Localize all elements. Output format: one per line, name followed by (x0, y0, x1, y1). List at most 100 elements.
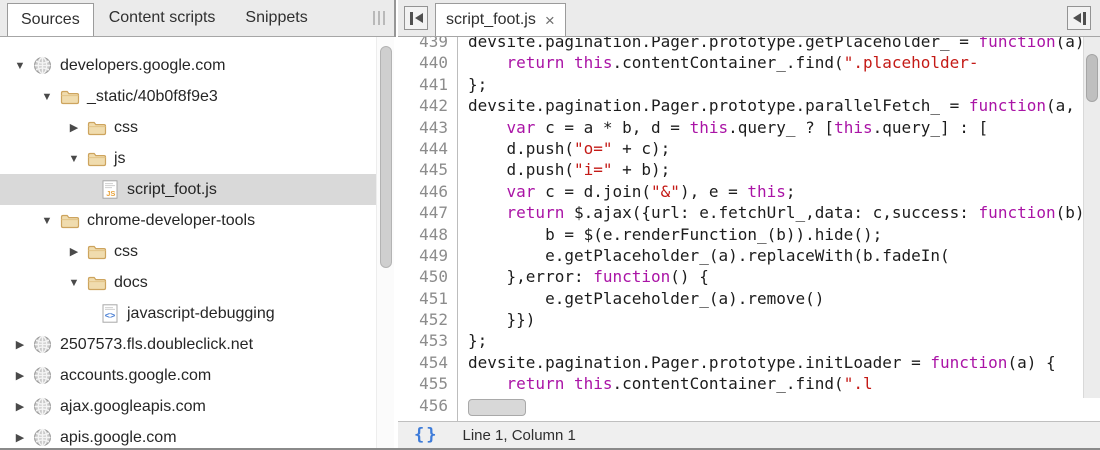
code-line-448: b = $(e.renderFunction_(b)).hide(); (468, 224, 1100, 245)
tree-item-label: ajax.googleapis.com (60, 398, 206, 416)
tree-item-label: javascript-debugging (127, 305, 275, 323)
code-line-440: return this.contentContainer_.find(".pla… (468, 52, 1100, 73)
line-numbers: 4394404414424434444454464474484494504514… (398, 37, 448, 416)
svg-text:JS: JS (106, 189, 115, 198)
tree-item-label: css (114, 243, 138, 261)
tree-item-2507573-fls-doubleclick-net[interactable]: ▶2507573.fls.doubleclick.net (0, 329, 378, 360)
line-number[interactable]: 443 (398, 117, 448, 138)
tree-item-javascript-debugging[interactable]: <> javascript-debugging (0, 298, 378, 329)
line-number[interactable]: 450 (398, 266, 448, 287)
editor-panel: script_foot.js × 43944044144244344444544… (398, 0, 1100, 448)
domain-icon (32, 335, 53, 355)
folder-icon (60, 89, 80, 105)
svg-text:<>: <> (104, 311, 115, 321)
line-number[interactable]: 444 (398, 138, 448, 159)
pretty-print-icon[interactable]: {} (414, 425, 438, 445)
line-number[interactable]: 445 (398, 159, 448, 180)
folder-icon (87, 120, 107, 136)
folder-icon (59, 211, 80, 231)
triangle-expanded-icon[interactable]: ▼ (62, 153, 86, 165)
tree-item-label: js (114, 150, 126, 168)
line-number[interactable]: 446 (398, 181, 448, 202)
file-tree: ▼developers.google.com▼_static/40b0f8f9e… (0, 37, 396, 448)
tree-item-accounts-google-com[interactable]: ▶accounts.google.com (0, 360, 378, 391)
folder-icon (60, 213, 80, 229)
line-number[interactable]: 440 (398, 52, 448, 73)
line-number[interactable]: 454 (398, 352, 448, 373)
tab-snippets-label: Snippets (245, 9, 307, 27)
line-number[interactable]: 449 (398, 245, 448, 266)
triangle-expanded-icon[interactable]: ▼ (8, 60, 32, 72)
line-number[interactable]: 451 (398, 288, 448, 309)
tree-item-css[interactable]: ▶ css (0, 112, 378, 143)
tree-item-script-foot-js[interactable]: JSscript_foot.js (0, 174, 378, 205)
line-number[interactable]: 452 (398, 309, 448, 330)
tree-item-label: css (114, 119, 138, 137)
code-line-445: d.push("i=" + b); (468, 159, 1100, 180)
triangle-collapsed-icon[interactable]: ▶ (8, 431, 32, 444)
folder-icon (86, 273, 107, 293)
tree-scrollbar[interactable] (376, 37, 394, 448)
tree-item-developers-google-com[interactable]: ▼developers.google.com (0, 50, 378, 81)
html-file-icon: <> (102, 304, 118, 323)
triangle-collapsed-icon[interactable]: ▶ (8, 369, 32, 382)
hide-navigator-button[interactable] (404, 6, 428, 30)
folder-icon (87, 244, 107, 260)
code-line-441: }; (468, 74, 1100, 95)
triangle-collapsed-icon[interactable]: ▶ (62, 245, 86, 258)
line-number[interactable]: 453 (398, 330, 448, 351)
line-number[interactable]: 455 (398, 373, 448, 394)
tree-item-js[interactable]: ▼ js (0, 143, 378, 174)
globe-icon (33, 397, 52, 416)
editor-horizontal-scrollbar-thumb[interactable] (468, 399, 526, 416)
editor-vertical-scrollbar-thumb[interactable] (1086, 54, 1098, 102)
tree-item-apis-google-com[interactable]: ▶apis.google.com (0, 422, 378, 448)
code-line-449: e.getPlaceholder_(a).replaceWith(b.fadeI… (468, 245, 1100, 266)
editor-horizontal-scrollbar[interactable] (459, 395, 1083, 421)
code-line-439: devsite.pagination.Pager.prototype.getPl… (468, 37, 1100, 52)
line-number[interactable]: 442 (398, 95, 448, 116)
code-line-442: devsite.pagination.Pager.prototype.paral… (468, 95, 1100, 116)
js-file-icon: JS (102, 180, 118, 199)
tab-content-scripts[interactable]: Content scripts (94, 0, 231, 36)
triangle-expanded-icon[interactable]: ▼ (35, 215, 59, 227)
line-number[interactable]: 447 (398, 202, 448, 223)
tree-item-ajax-googleapis-com[interactable]: ▶ ajax.googleapis.com (0, 391, 378, 422)
line-number[interactable]: 448 (398, 224, 448, 245)
tree-item-label: _static/40b0f8f9e3 (87, 88, 218, 106)
panel-resize-handle-icon[interactable] (373, 0, 385, 36)
folder-icon (86, 149, 107, 169)
tree-item-docs[interactable]: ▼ docs (0, 267, 378, 298)
tab-sources[interactable]: Sources (7, 3, 94, 36)
folder-icon (86, 242, 107, 262)
line-number[interactable]: 439 (398, 37, 448, 52)
tab-snippets[interactable]: Snippets (230, 0, 322, 36)
editor-tab-bar: script_foot.js × (398, 0, 1100, 37)
tab-sources-label: Sources (21, 11, 80, 29)
triangle-collapsed-icon[interactable]: ▶ (8, 338, 32, 351)
editor-tab-script-foot-js[interactable]: script_foot.js × (435, 3, 566, 36)
tree-item-chrome-developer-tools[interactable]: ▼chrome-developer-tools (0, 205, 378, 236)
editor-status-bar: {} Line 1, Column 1 (398, 421, 1100, 448)
tree-item--static-40b0f8f9e3[interactable]: ▼ _static/40b0f8f9e3 (0, 81, 378, 112)
folder-icon (59, 87, 80, 107)
editor-vertical-scrollbar[interactable] (1083, 37, 1100, 398)
code-editor[interactable]: 4394404414424434444454464474484494504514… (398, 37, 1100, 421)
line-number-gutter[interactable]: 4394404414424434444454464474484494504514… (398, 37, 458, 421)
globe-icon (33, 366, 52, 385)
triangle-collapsed-icon[interactable]: ▶ (62, 121, 86, 134)
close-tab-icon[interactable]: × (545, 12, 555, 29)
line-number[interactable]: 456 (398, 395, 448, 416)
code-line-450: },error: function() { (468, 266, 1100, 287)
tree-item-css[interactable]: ▶ css (0, 236, 378, 267)
tree-item-label: docs (114, 274, 148, 292)
triangle-expanded-icon[interactable]: ▼ (62, 277, 86, 289)
domain-icon (32, 366, 53, 386)
show-drawer-button[interactable] (1067, 6, 1091, 30)
triangle-expanded-icon[interactable]: ▼ (35, 91, 59, 103)
code-line-452: }}) (468, 309, 1100, 330)
line-number[interactable]: 441 (398, 74, 448, 95)
tree-scrollbar-thumb[interactable] (380, 46, 392, 268)
code-line-454: devsite.pagination.Pager.prototype.initL… (468, 352, 1100, 373)
triangle-collapsed-icon[interactable]: ▶ (8, 400, 32, 413)
